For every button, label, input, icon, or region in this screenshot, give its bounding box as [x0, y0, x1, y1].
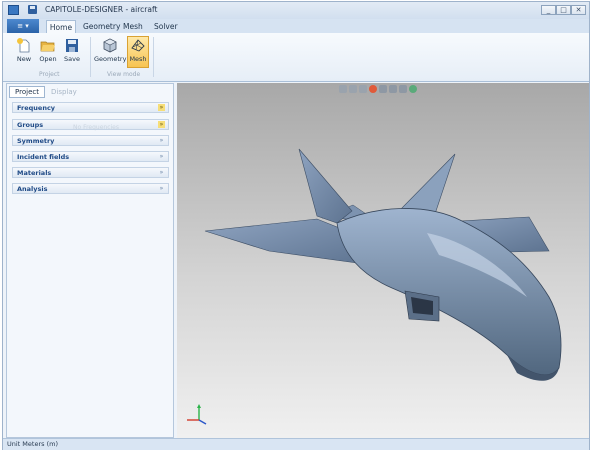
mesh-grid-icon [131, 39, 145, 52]
aircraft-model[interactable] [177, 83, 589, 438]
group-separator [153, 37, 154, 77]
section-label: Incident fields [17, 153, 70, 161]
open-button[interactable]: Open [37, 37, 59, 67]
new-document-icon [17, 38, 30, 53]
section-label: Symmetry [17, 137, 55, 145]
panel-tab-project[interactable]: Project [9, 86, 45, 98]
window-title: CAPITOLE-DESIGNER - aircraft [45, 5, 158, 14]
geometry-label: Geometry [94, 55, 127, 63]
status-unit-text: Unit Meters (m) [7, 440, 58, 448]
section-label: Materials [17, 169, 52, 177]
group-label-project: Project [39, 71, 60, 78]
quick-access-save-icon[interactable] [28, 5, 37, 14]
new-button[interactable]: New [13, 37, 35, 67]
application-window: CAPITOLE-DESIGNER - aircraft _ □ ✕ ≡ ▾ H… [2, 1, 590, 450]
axis-triad-icon [187, 404, 207, 425]
minimize-button[interactable]: _ [541, 5, 556, 15]
geometry-cube-icon [103, 38, 117, 53]
group-label-view-mode: View mode [107, 71, 141, 78]
section-materials[interactable]: Materials » [12, 167, 169, 178]
tab-mesh[interactable]: Mesh [121, 20, 145, 33]
save-label: Save [64, 55, 80, 63]
panel-tab-display[interactable]: Display [51, 86, 77, 98]
section-analysis[interactable]: Analysis » [12, 183, 169, 194]
folder-open-icon [40, 41, 55, 52]
mesh-label: Mesh [129, 55, 147, 63]
floppy-disk-icon [66, 39, 78, 52]
expand-chevron-icon[interactable]: » [158, 153, 165, 160]
empty-frequency-hint: No Frequencies [73, 124, 119, 131]
close-button[interactable]: ✕ [571, 5, 586, 15]
open-label: Open [39, 55, 57, 63]
tab-solver[interactable]: Solver [152, 20, 180, 33]
application-menu-button[interactable]: ≡ ▾ [7, 19, 39, 33]
app-menu-arrow: ▾ [25, 22, 29, 30]
status-bar: Unit Meters (m) [3, 438, 589, 450]
expand-chevron-icon[interactable]: » [158, 137, 165, 144]
tab-home[interactable]: Home [46, 20, 76, 34]
expand-chevron-icon[interactable]: » [158, 104, 165, 111]
mesh-view-button[interactable]: Mesh [127, 36, 149, 68]
section-label: Frequency [17, 104, 56, 112]
maximize-button[interactable]: □ [556, 5, 571, 15]
app-logo-icon[interactable] [8, 5, 19, 15]
new-label: New [16, 55, 32, 63]
expand-chevron-icon[interactable]: » [158, 185, 165, 192]
title-bar: CAPITOLE-DESIGNER - aircraft _ □ ✕ [3, 2, 589, 19]
geometry-view-button[interactable]: Geometry [94, 37, 126, 67]
3d-viewport[interactable] [177, 83, 589, 438]
expand-chevron-icon[interactable]: » [158, 121, 165, 128]
section-label: Groups [17, 121, 44, 129]
project-panel: Project Display Frequency » Groups » No … [6, 83, 174, 438]
section-label: Analysis [17, 185, 48, 193]
ribbon-panel: New Open Save Geometry Mesh Project View… [3, 33, 589, 82]
group-separator [90, 37, 91, 77]
section-incident-fields[interactable]: Incident fields » [12, 151, 169, 162]
save-button[interactable]: Save [61, 37, 83, 67]
section-frequency[interactable]: Frequency » [12, 102, 169, 113]
expand-chevron-icon[interactable]: » [158, 169, 165, 176]
tab-geometry[interactable]: Geometry [81, 20, 122, 33]
section-symmetry[interactable]: Symmetry » [12, 135, 169, 146]
